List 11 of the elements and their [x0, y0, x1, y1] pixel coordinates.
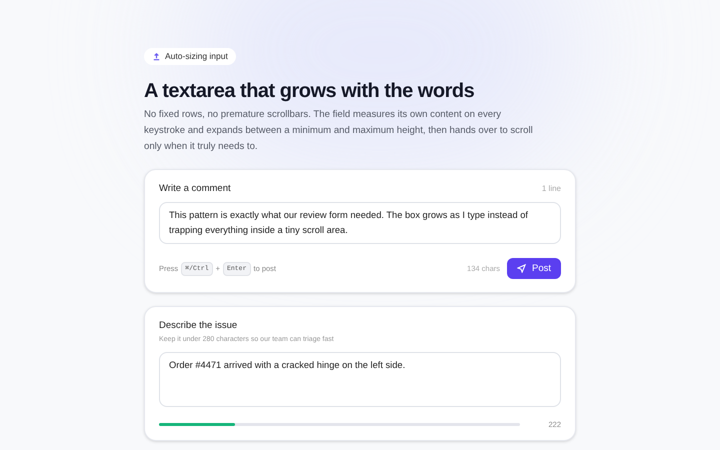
intro-paragraph: No fixed rows, no premature scrollbars. The field measures its own content on every keystroke and expands between a minimum and maximum height, then hands over to scroll only when it truly needs to. — [144, 108, 534, 154]
upload-icon — [152, 52, 161, 61]
issue-field[interactable]: Order #4471 arrived with a cracked hinge on the left side. — [159, 352, 561, 407]
send-icon — [516, 264, 526, 274]
line-count: 1 line — [542, 183, 561, 196]
badge-label: Auto-sizing input — [165, 50, 228, 63]
card-label: Write a comment — [159, 182, 231, 196]
card-label: Describe the issue — [159, 319, 238, 334]
comment-field[interactable]: This pattern is exactly what our review form needed. The box grows as I type instead of trapping everything inside a tiny scroll area. — [159, 202, 561, 244]
post-button[interactable]: Post — [506, 258, 561, 280]
page-title: A textarea that grows with the words — [144, 79, 476, 104]
